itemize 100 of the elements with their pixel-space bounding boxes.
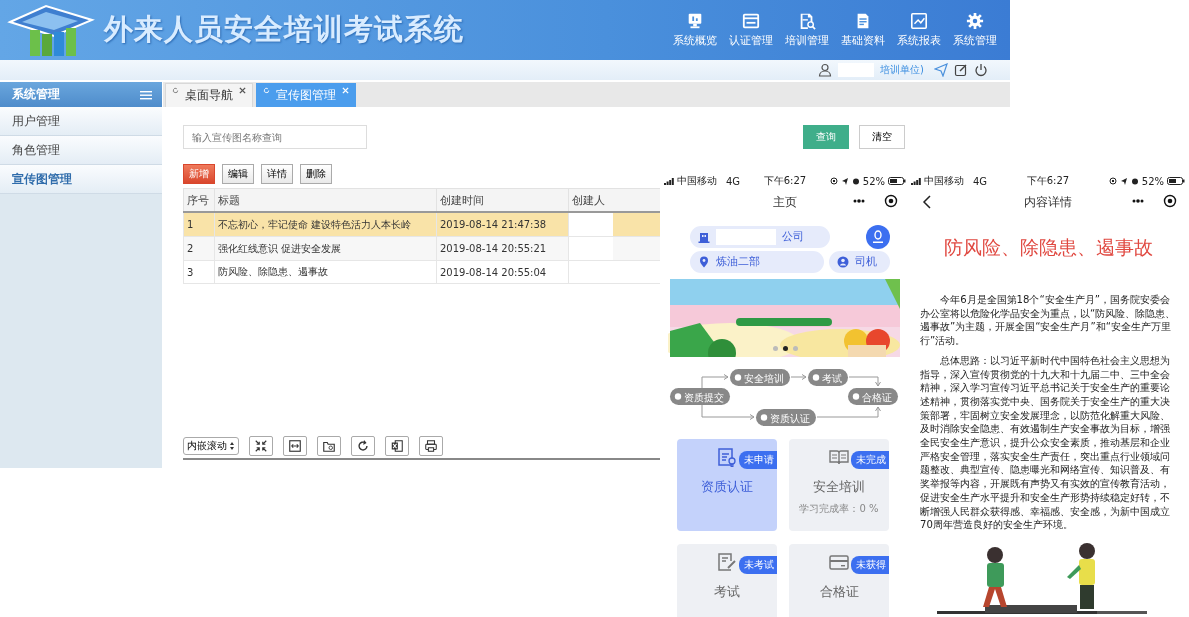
edit-icon[interactable] bbox=[954, 63, 968, 77]
company-text: 公司 bbox=[782, 230, 804, 244]
nav-item[interactable]: 培训管理 bbox=[780, 5, 834, 55]
avatar-button[interactable] bbox=[866, 225, 890, 249]
flow-step: 资质提交 bbox=[670, 388, 730, 405]
status-badge: 未获得 bbox=[851, 556, 889, 574]
scroll-mode-select[interactable]: 内嵌滚动 bbox=[183, 437, 239, 455]
nav-item[interactable]: 系统报表 bbox=[892, 5, 946, 55]
book-icon bbox=[829, 447, 849, 467]
redacted-block bbox=[569, 213, 613, 236]
spreadsheet-icon bbox=[390, 439, 404, 453]
card-title: 合格证 bbox=[819, 584, 859, 601]
battery-text: 52% bbox=[1141, 175, 1164, 187]
toolbar-button[interactable] bbox=[385, 436, 409, 456]
card-subtitle: 学习完成率：0 % bbox=[799, 502, 879, 516]
clock-text: 下午6:27 bbox=[762, 174, 808, 188]
carousel-dot[interactable] bbox=[772, 346, 778, 351]
fit-width-icon bbox=[288, 439, 302, 453]
toolbar-button[interactable] bbox=[283, 436, 307, 456]
credit-card-icon bbox=[829, 552, 849, 572]
battery-text: 52% bbox=[862, 175, 885, 187]
feature-card[interactable]: 未申请 资质认证 bbox=[677, 439, 777, 531]
signal-icon bbox=[911, 177, 921, 185]
action-button[interactable]: 新增 bbox=[183, 164, 215, 184]
collapse-icon bbox=[254, 439, 268, 453]
nav-item[interactable]: 系统管理 bbox=[948, 5, 1002, 55]
refresh-icon bbox=[356, 439, 370, 453]
page-title: 主页 bbox=[773, 194, 797, 210]
table-cell: 2 bbox=[183, 236, 215, 261]
action-button[interactable]: 编辑 bbox=[222, 164, 254, 184]
table-cell: 防风险、除隐患、遏事故 bbox=[214, 260, 437, 284]
sidebar-item[interactable]: 角色管理 bbox=[0, 136, 162, 165]
tab-label: 宣传图管理 bbox=[276, 88, 336, 103]
monitor-icon bbox=[686, 12, 704, 30]
sidebar-title: 系统管理 bbox=[12, 86, 60, 103]
feature-card[interactable]: 未获得 合格证 bbox=[789, 544, 889, 617]
nav-item[interactable]: 基础资料 bbox=[836, 5, 890, 55]
rotation-lock-icon bbox=[1108, 177, 1117, 185]
carousel-dot[interactable] bbox=[782, 346, 788, 351]
flow-arrow bbox=[790, 374, 807, 380]
clock-text: 下午6:27 bbox=[1025, 174, 1071, 188]
feature-card[interactable]: 未完成 安全培训 学习完成率：0 % bbox=[789, 439, 889, 531]
flow-step: 安全培训 bbox=[730, 369, 790, 386]
menu-icon[interactable] bbox=[140, 89, 152, 100]
toolbar-button[interactable] bbox=[317, 436, 341, 456]
updown-caret-icon bbox=[229, 441, 235, 451]
article-paragraph: 今年6月是全国第18个“安全生产月”，国务院安委会办公室将以危险化学品安全为重点，以“防风险、除隐患、遏事故”为主题，开展全国“安全生产月”和“安全生产万里行”活动。 bbox=[920, 293, 1177, 348]
target-icon[interactable] bbox=[884, 194, 898, 208]
table-cell: 2019-08-14 20:55:04 bbox=[436, 260, 569, 284]
redacted-block bbox=[716, 229, 776, 245]
close-icon[interactable] bbox=[239, 87, 246, 94]
nav-item[interactable]: 认证管理 bbox=[724, 5, 778, 55]
flow-step: 资质认证 bbox=[756, 409, 816, 426]
document-badge-icon bbox=[717, 447, 737, 467]
table-cell: 2019-08-14 20:55:21 bbox=[436, 236, 569, 261]
folder-image-icon bbox=[322, 439, 336, 453]
location-text: 炼油二部 bbox=[716, 255, 760, 269]
search-field[interactable]: 输入宣传图名称查询 bbox=[183, 125, 367, 149]
card-title: 资质认证 bbox=[701, 479, 753, 496]
document-edit-icon bbox=[717, 552, 737, 572]
target-icon[interactable] bbox=[1163, 194, 1177, 208]
table-cell: 不忘初心，牢记使命 建设特色活力人本长岭 bbox=[214, 212, 437, 237]
action-button[interactable]: 详情 bbox=[261, 164, 293, 184]
location-pin-icon bbox=[698, 256, 710, 268]
battery-icon bbox=[888, 177, 906, 185]
network-text: 4G bbox=[973, 175, 988, 187]
card-title: 安全培训 bbox=[813, 479, 865, 496]
paper-plane-icon[interactable] bbox=[934, 63, 948, 77]
toolbar-button[interactable] bbox=[419, 436, 443, 456]
toolbar-button[interactable] bbox=[249, 436, 273, 456]
table-cell: 2019-08-14 21:47:38 bbox=[436, 212, 569, 237]
status-badge: 未申请 bbox=[739, 451, 777, 469]
status-badge: 未考试 bbox=[739, 556, 777, 574]
action-button[interactable]: 删除 bbox=[300, 164, 332, 184]
clear-button[interactable]: 清空 bbox=[859, 125, 905, 149]
search-button[interactable]: 查询 bbox=[803, 125, 849, 149]
tab[interactable]: 桌面导航 bbox=[165, 83, 253, 107]
flow-arrow bbox=[848, 376, 881, 387]
settings-icon bbox=[966, 12, 984, 30]
building-icon bbox=[698, 231, 710, 243]
print-icon bbox=[424, 439, 438, 453]
tab[interactable]: 宣传图管理 bbox=[256, 83, 356, 107]
rotation-lock-icon bbox=[829, 177, 838, 185]
carousel-dot[interactable] bbox=[792, 346, 798, 351]
carrier-text: 中国移动 bbox=[677, 174, 717, 188]
column-header: 序号 bbox=[183, 188, 215, 212]
refresh-icon bbox=[172, 87, 179, 94]
nav-item[interactable]: 系统概览 bbox=[668, 5, 722, 55]
network-text: 4G bbox=[726, 175, 741, 187]
back-icon[interactable] bbox=[921, 195, 933, 209]
card-title: 考试 bbox=[714, 584, 740, 601]
flow-arrow bbox=[701, 404, 755, 420]
flow-arrow bbox=[701, 374, 729, 389]
table-cell: 强化红线意识 促进安全发展 bbox=[214, 236, 437, 261]
sidebar-item[interactable]: 用户管理 bbox=[0, 107, 162, 136]
flow-arrow bbox=[816, 406, 881, 418]
power-icon[interactable] bbox=[974, 63, 988, 77]
toolbar-button[interactable] bbox=[351, 436, 375, 456]
feature-card[interactable]: 未考试 考试 bbox=[677, 544, 777, 617]
sidebar-item[interactable]: 宣传图管理 bbox=[0, 165, 162, 194]
